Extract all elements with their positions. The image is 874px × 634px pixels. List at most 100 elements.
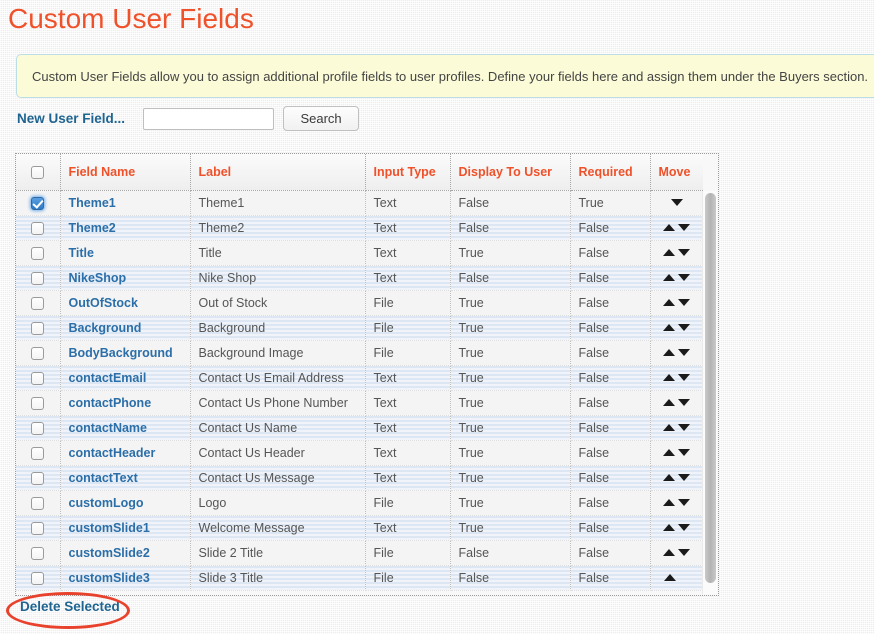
move-up-icon[interactable] [663, 324, 676, 331]
row-select-checkbox[interactable] [31, 296, 45, 310]
move-up-icon[interactable] [663, 424, 676, 431]
row-select-checkbox[interactable] [31, 471, 45, 485]
field-name-cell: contactEmail [60, 365, 191, 391]
select-all-checkbox[interactable] [31, 165, 45, 179]
move-controls [651, 441, 704, 465]
row-select-checkbox[interactable] [31, 221, 45, 235]
field-name-link[interactable]: customLogo [69, 496, 144, 510]
field-name-link[interactable]: contactName [69, 421, 148, 435]
label-cell: Logo [190, 490, 366, 516]
move-controls [651, 341, 704, 365]
row-select-checkbox[interactable] [31, 246, 45, 260]
delete-selected-button[interactable]: Delete Selected [20, 599, 120, 614]
required-cell: False [570, 540, 651, 566]
row-select-checkbox[interactable] [31, 521, 45, 535]
field-name-link[interactable]: contactPhone [69, 396, 152, 410]
field-name-link[interactable]: customSlide2 [69, 546, 150, 560]
move-up-icon[interactable] [663, 299, 676, 306]
move-up-icon[interactable] [663, 449, 676, 456]
field-name-link[interactable]: NikeShop [69, 271, 127, 285]
input-type-cell: Text [365, 440, 451, 466]
move-up-icon[interactable] [663, 249, 676, 256]
label-cell: Welcome Message [190, 515, 366, 541]
label-cell: Theme1 [190, 190, 366, 216]
table-scrollbar-thumb[interactable] [705, 193, 716, 583]
move-down-icon[interactable] [678, 274, 691, 281]
field-name-link[interactable]: contactText [69, 471, 138, 485]
move-down-icon[interactable] [678, 474, 691, 481]
row-select-checkbox[interactable] [31, 196, 45, 210]
move-up-icon[interactable] [663, 524, 676, 531]
row-select-checkbox[interactable] [31, 571, 45, 585]
move-up-icon[interactable] [663, 374, 676, 381]
row-select-checkbox[interactable] [31, 321, 45, 335]
field-name-link[interactable]: customSlide3 [69, 571, 150, 585]
field-name-link[interactable]: Background [69, 321, 142, 335]
row-select-checkbox[interactable] [31, 421, 45, 435]
move-cell [650, 515, 703, 541]
column-header-required[interactable]: Required [570, 154, 651, 191]
table-row: Theme1 Theme1 Text False True [16, 190, 703, 216]
move-up-icon[interactable] [663, 499, 676, 506]
move-up-icon[interactable] [663, 549, 676, 556]
move-controls [651, 316, 704, 340]
search-input[interactable] [143, 107, 275, 130]
column-header-input-type[interactable]: Input Type [365, 154, 451, 191]
move-down-icon[interactable] [678, 224, 691, 231]
column-header-display-to-user[interactable]: Display To User [450, 154, 571, 191]
required-cell: False [570, 565, 651, 591]
table-row: OutOfStock Out of Stock File True False [16, 290, 704, 316]
required-cell: True [570, 190, 651, 216]
move-down-icon[interactable] [678, 299, 691, 306]
input-type-cell: Text [365, 190, 451, 216]
field-name-link[interactable]: Theme1 [69, 196, 116, 210]
row-select-cell [16, 365, 61, 391]
display-to-user-cell: False [450, 190, 571, 216]
row-select-checkbox[interactable] [31, 346, 45, 360]
move-up-icon[interactable] [663, 474, 676, 481]
move-down-icon[interactable] [678, 499, 691, 506]
move-down-icon[interactable] [678, 524, 691, 531]
move-cell [650, 240, 703, 266]
move-down-icon[interactable] [678, 324, 691, 331]
input-type-cell: File [365, 565, 451, 591]
move-down-icon[interactable] [670, 199, 683, 206]
field-name-link[interactable]: OutOfStock [69, 296, 138, 310]
move-up-icon[interactable] [663, 399, 676, 406]
row-select-checkbox[interactable] [31, 546, 45, 560]
search-button[interactable]: Search [283, 106, 360, 131]
row-select-checkbox[interactable] [31, 396, 45, 410]
move-up-icon[interactable] [663, 224, 676, 231]
move-down-icon[interactable] [678, 249, 691, 256]
row-select-checkbox[interactable] [31, 271, 45, 285]
move-down-icon[interactable] [678, 549, 691, 556]
field-name-link[interactable]: customSlide1 [69, 521, 150, 535]
row-select-checkbox[interactable] [31, 371, 45, 385]
move-down-icon[interactable] [678, 349, 691, 356]
row-select-checkbox[interactable] [31, 446, 45, 460]
field-name-link[interactable]: contactEmail [69, 371, 147, 385]
field-name-cell: customSlide3 [60, 565, 191, 591]
move-up-icon[interactable] [663, 349, 676, 356]
move-up-icon[interactable] [664, 574, 677, 581]
move-down-icon[interactable] [678, 374, 691, 381]
move-up-icon[interactable] [663, 274, 676, 281]
column-header-field-name[interactable]: Field Name [60, 154, 191, 191]
field-name-link[interactable]: BodyBackground [69, 346, 173, 360]
move-cell [650, 540, 703, 566]
move-controls [651, 291, 704, 315]
move-cell [650, 440, 704, 466]
field-name-link[interactable]: contactHeader [69, 446, 156, 460]
label-cell: Contact Us Message [190, 465, 366, 491]
row-select-cell [16, 215, 61, 241]
field-name-link[interactable]: Theme2 [69, 221, 116, 235]
move-down-icon[interactable] [678, 449, 691, 456]
move-down-icon[interactable] [678, 424, 691, 431]
new-user-field-link[interactable]: New User Field... [17, 111, 125, 126]
move-down-icon[interactable] [678, 399, 691, 406]
table-vertical-scrollbar[interactable] [702, 191, 717, 594]
field-name-link[interactable]: Title [69, 246, 94, 260]
label-cell: Theme2 [190, 215, 366, 241]
row-select-checkbox[interactable] [31, 496, 45, 510]
column-header-label[interactable]: Label [190, 154, 366, 191]
